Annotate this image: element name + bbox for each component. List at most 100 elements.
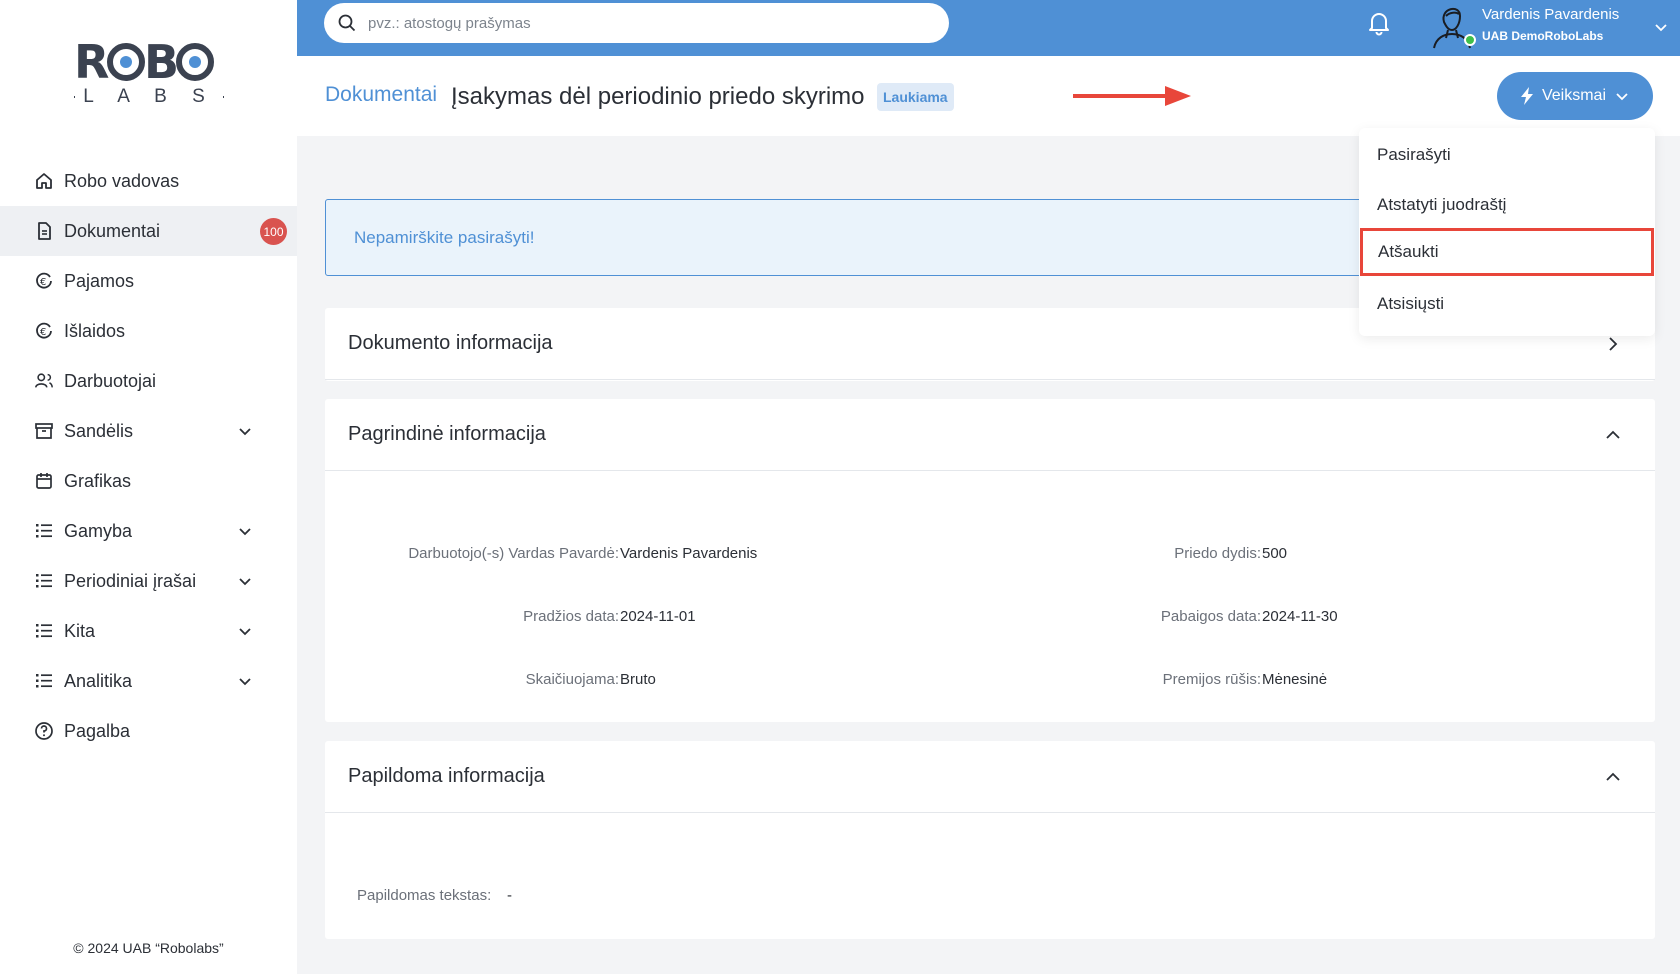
svg-text:B: B [144,36,179,88]
documents-count-badge: 100 [260,218,287,245]
calendar-icon [34,471,54,491]
svg-text:R: R [74,36,109,88]
field-label-calculation: Skaičiuojama: [525,671,619,688]
sidebar: R B L A B S Robo vadovas Dokumentai 100 … [0,0,297,974]
sidebar-item-pajamos[interactable]: € Pajamos [0,256,297,306]
breadcrumb[interactable]: Dokumentai [325,83,437,107]
chevron-down-icon[interactable] [236,522,254,540]
sidebar-item-islaidos[interactable]: € Išlaidos [0,306,297,356]
alert-text: Nepamirškite pasirašyti! [354,228,535,247]
field-label-bonus-amount: Priedo dydis: [1174,545,1261,562]
field-label-bonus-type: Premijos rūšis: [1162,671,1261,688]
logo-subtitle: L A B S [74,86,224,108]
sidebar-item-label: Analitika [64,670,133,691]
user-menu[interactable]: Vardenis Pavardenis UAB DemoRoboLabs [1430,2,1680,52]
sidebar-item-label: Grafikas [64,470,132,491]
menu-item-atstatyti-juodrasti[interactable]: Atstatyti juodraštį [1359,180,1655,230]
main-info-header[interactable]: Pagrindinė informacija [325,399,1655,471]
help-icon [34,721,54,741]
lightning-icon [1520,87,1533,105]
sidebar-item-label: Gamyba [64,520,133,541]
page-header: Dokumentai Įsakymas dėl periodinio pried… [297,56,1680,136]
chevron-down-icon[interactable] [236,622,254,640]
sidebar-nav: Robo vadovas Dokumentai 100 € Pajamos € … [0,156,297,756]
actions-button[interactable]: Veiksmai [1497,72,1653,120]
warehouse-icon [34,421,54,441]
chevron-up-icon [1606,430,1620,439]
chevron-down-icon [1655,24,1667,32]
sidebar-item-label: Sandėlis [64,420,134,441]
status-badge: Laukiama [877,83,954,111]
extra-info-header[interactable]: Papildoma informacija [325,741,1655,813]
menu-item-atsisiusti[interactable]: Atsisiųsti [1359,279,1655,329]
document-icon [34,221,54,241]
section-title: Papildoma informacija [348,765,545,787]
search-icon [338,14,356,32]
top-bar: Vardenis Pavardenis UAB DemoRoboLabs [297,0,1680,56]
field-value-calculation: Bruto [620,671,656,688]
sidebar-item-analitika[interactable]: Analitika [0,656,297,706]
menu-item-atsaukti[interactable]: Atšaukti [1360,228,1654,276]
sidebar-item-label: Išlaidos [64,320,126,341]
list-icon [34,571,54,591]
bell-icon[interactable] [1367,10,1391,36]
svg-text:€: € [40,277,46,288]
logo-wordmark: R B [74,35,214,89]
field-value-bonus-type: Mėnesinė [1262,671,1328,688]
sidebar-item-dokumentai[interactable]: Dokumentai 100 [0,206,297,256]
sidebar-item-label: Kita [64,620,96,641]
sidebar-item-label: Robo vadovas [64,170,180,191]
page-title: Įsakymas dėl periodinio priedo skyrimo [451,83,865,110]
field-label-employee: Darbuotojo(-s) Vardas Pavardė: [408,545,619,562]
list-icon [34,621,54,641]
user-name: Vardenis Pavardenis [1482,6,1620,23]
menu-item-pasirasyti[interactable]: Pasirašyti [1359,130,1655,180]
field-label-extra-text: Papildomas tekstas: [357,887,492,904]
main-info-card: Pagrindinė informacija Darbuotojo(-s) Va… [325,399,1655,722]
sidebar-item-label: Darbuotojai [64,370,157,391]
sidebar-item-gamyba[interactable]: Gamyba [0,506,297,556]
sidebar-item-label: Pagalba [64,720,131,741]
sidebar-item-periodiniai-irasai[interactable]: Periodiniai įrašai [0,556,297,606]
chevron-down-icon[interactable] [236,672,254,690]
chevron-down-icon [1616,93,1628,101]
list-icon [34,521,54,541]
online-status-indicator [1464,34,1476,46]
section-title: Dokumento informacija [348,332,553,354]
sidebar-item-grafikas[interactable]: Grafikas [0,456,297,506]
field-value-employee: Vardenis Pavardenis [620,545,758,562]
field-label-start-date: Pradžios data: [523,608,619,625]
field-value-extra-text: - [507,887,512,904]
home-icon [34,171,54,191]
chevron-down-icon[interactable] [236,422,254,440]
search-input[interactable] [368,14,928,32]
expenses-icon: € [34,321,54,341]
sidebar-item-pagalba[interactable]: Pagalba [0,706,297,756]
actions-dropdown-menu: Pasirašyti Atstatyti juodraštį Atšaukti … [1359,128,1655,336]
field-label-end-date: Pabaigos data: [1160,608,1261,625]
search-box [324,3,949,43]
users-icon [34,371,54,391]
list-icon [34,671,54,691]
sidebar-item-label: Dokumentai [64,220,161,241]
chevron-right-icon [1609,337,1618,351]
section-title: Pagrindinė informacija [348,423,546,445]
chevron-down-icon[interactable] [236,572,254,590]
field-value-end-date: 2024-11-30 [1262,608,1338,625]
field-value-bonus-amount: 500 [1262,545,1288,562]
user-company: UAB DemoRoboLabs [1482,29,1604,43]
chevron-up-icon [1606,772,1620,781]
annotation-arrow-icon [1073,86,1191,106]
svg-text:€: € [40,327,46,338]
sidebar-item-robo-vadovas[interactable]: Robo vadovas [0,156,297,206]
actions-button-label: Veiksmai [1541,87,1607,104]
sidebar-item-label: Periodiniai įrašai [64,570,197,591]
sidebar-item-sandelis[interactable]: Sandėlis [0,406,297,456]
income-icon: € [34,271,54,291]
robolabs-logo[interactable]: R B L A B S [74,35,224,110]
sidebar-item-label: Pajamos [64,270,135,291]
sidebar-item-darbuotojai[interactable]: Darbuotojai [0,356,297,406]
copyright-text: © 2024 UAB “Robolabs” [73,940,224,956]
sidebar-item-kita[interactable]: Kita [0,606,297,656]
extra-info-card: Papildoma informacija Papildomas tekstas… [325,741,1655,939]
